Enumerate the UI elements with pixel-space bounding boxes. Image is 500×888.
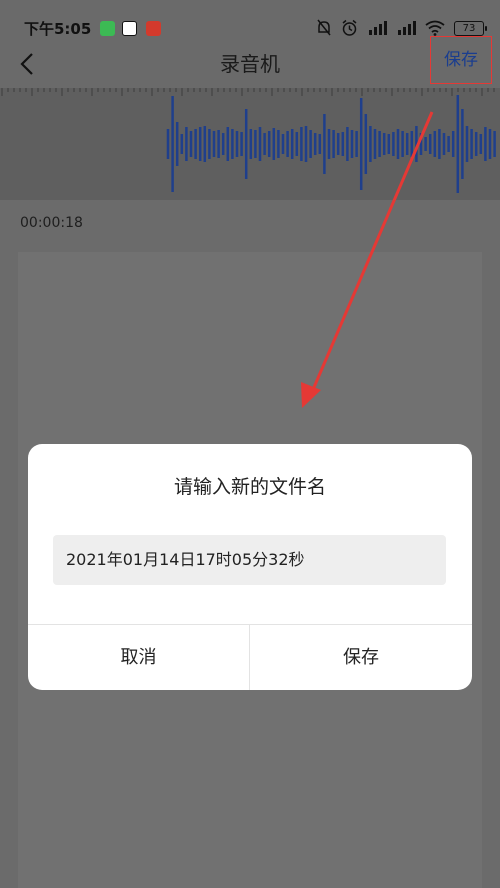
annotation-arrow [301, 111, 434, 408]
